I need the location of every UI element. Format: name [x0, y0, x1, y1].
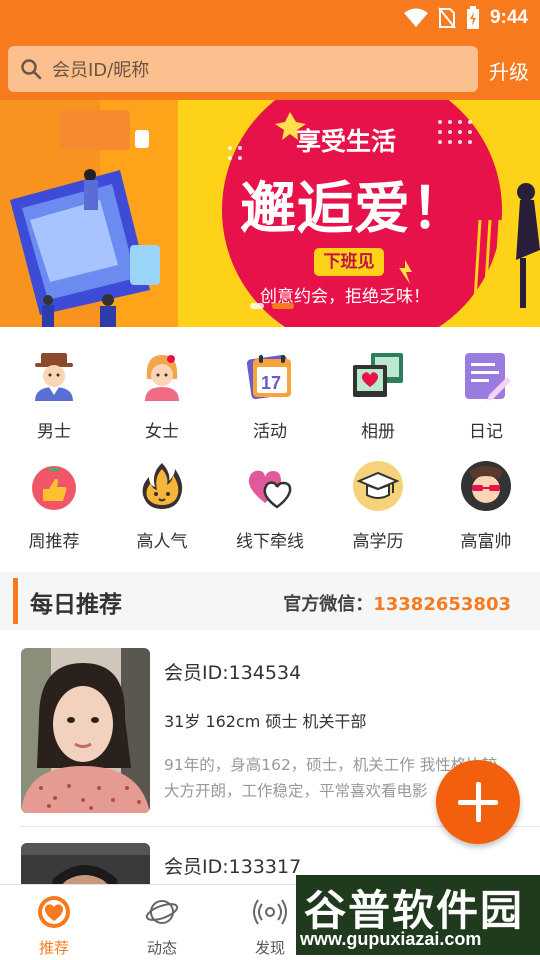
calendar-icon: 17 [246, 354, 292, 400]
wechat-label: 官方微信： [283, 594, 374, 615]
category-tall-rich-handsome[interactable]: 高富帅 [432, 447, 540, 557]
official-wechat: 官方微信：13382653803 [283, 590, 511, 616]
radar-icon [253, 899, 287, 925]
watermark-url: www.gupuxiazai.com [300, 929, 482, 949]
category-label: 线下牵线 [236, 532, 304, 552]
upgrade-button[interactable]: 升级 [489, 56, 529, 85]
tab-label: 动态 [146, 939, 177, 957]
category-album[interactable]: 相册 [324, 337, 432, 447]
carousel-dot-active [272, 303, 294, 309]
member-photo-image [21, 648, 150, 813]
search-icon [21, 59, 42, 80]
photo-album-icon [353, 353, 403, 397]
search-placeholder: 会员ID/昵称 [52, 60, 150, 81]
wechat-value[interactable]: 13382653803 [373, 594, 511, 615]
diary-icon [465, 353, 511, 401]
section-accent-bar [13, 578, 18, 624]
woman-icon [145, 355, 179, 401]
category-label: 日记 [469, 422, 503, 442]
graduation-cap-icon [353, 461, 403, 511]
member-photo-image [21, 843, 150, 884]
tab-moments[interactable]: 动态 [108, 885, 216, 960]
tab-recommend[interactable]: 推荐 [0, 885, 108, 960]
banner-headline: 邂逅爱！ [240, 177, 468, 242]
battery-icon [466, 6, 479, 29]
cool-guy-icon [461, 461, 511, 511]
banner-tagline: 享受生活 [296, 127, 397, 156]
category-events[interactable]: 17 活动 [216, 337, 324, 447]
hearts-icon [248, 470, 292, 509]
category-label: 高人气 [136, 532, 188, 552]
category-popular[interactable]: 高人气 [108, 447, 216, 557]
category-diary[interactable]: 日记 [432, 337, 540, 447]
category-offline-match[interactable]: 线下牵线 [216, 447, 324, 557]
category-men[interactable]: 男士 [0, 337, 108, 447]
category-label: 女士 [145, 422, 179, 442]
carousel-dot [250, 303, 264, 309]
top-header: 会员ID/昵称 升级 [0, 36, 540, 100]
member-photo[interactable] [21, 648, 150, 813]
no-sim-icon [438, 7, 456, 29]
member-id: 会员ID:134534 [164, 662, 302, 684]
category-label: 高富帅 [460, 532, 512, 552]
carousel-dots [250, 303, 294, 309]
category-weekly-pick[interactable]: 周推荐 [0, 447, 108, 557]
status-icons: 9:44 [403, 6, 528, 30]
category-label: 相册 [361, 422, 395, 442]
member-photo[interactable] [21, 843, 150, 884]
man-icon [35, 353, 73, 401]
plus-icon-v [476, 782, 481, 822]
status-time: 9:44 [489, 7, 528, 28]
category-label: 活动 [253, 422, 287, 442]
watermark: 谷普软件园 www.gupuxiazai.com [296, 875, 540, 955]
daily-section-header: 每日推荐 官方微信：13382653803 [0, 572, 540, 630]
thumbs-up-icon [32, 465, 76, 510]
status-bar: 9:44 [0, 0, 540, 36]
category-women[interactable]: 女士 [108, 337, 216, 447]
member-id: 会员ID:133317 [164, 856, 302, 878]
banner-badge: 下班见 [314, 248, 384, 276]
promo-banner[interactable]: 享受生活 邂逅爱！ 下班见 创意约会，拒绝乏味！ [0, 100, 540, 327]
member-info: 31岁 162cm 硕士 机关干部 [164, 712, 367, 731]
flame-icon [142, 463, 183, 509]
svg-text:17: 17 [261, 373, 281, 393]
category-grid: 男士 女士 17 活动 相册 日记 周推荐 高人气 线下牵线 高学历 高富帅 [0, 337, 540, 567]
search-input[interactable]: 会员ID/昵称 [8, 46, 478, 92]
tab-label: 推荐 [38, 939, 69, 957]
heart-icon [38, 896, 70, 928]
planet-icon [145, 900, 179, 924]
category-label: 男士 [37, 422, 71, 442]
add-button[interactable] [436, 760, 520, 844]
category-high-education[interactable]: 高学历 [324, 447, 432, 557]
wifi-icon [403, 8, 428, 27]
category-label: 高学历 [352, 532, 404, 552]
section-title: 每日推荐 [30, 592, 122, 618]
category-label: 周推荐 [28, 532, 80, 552]
